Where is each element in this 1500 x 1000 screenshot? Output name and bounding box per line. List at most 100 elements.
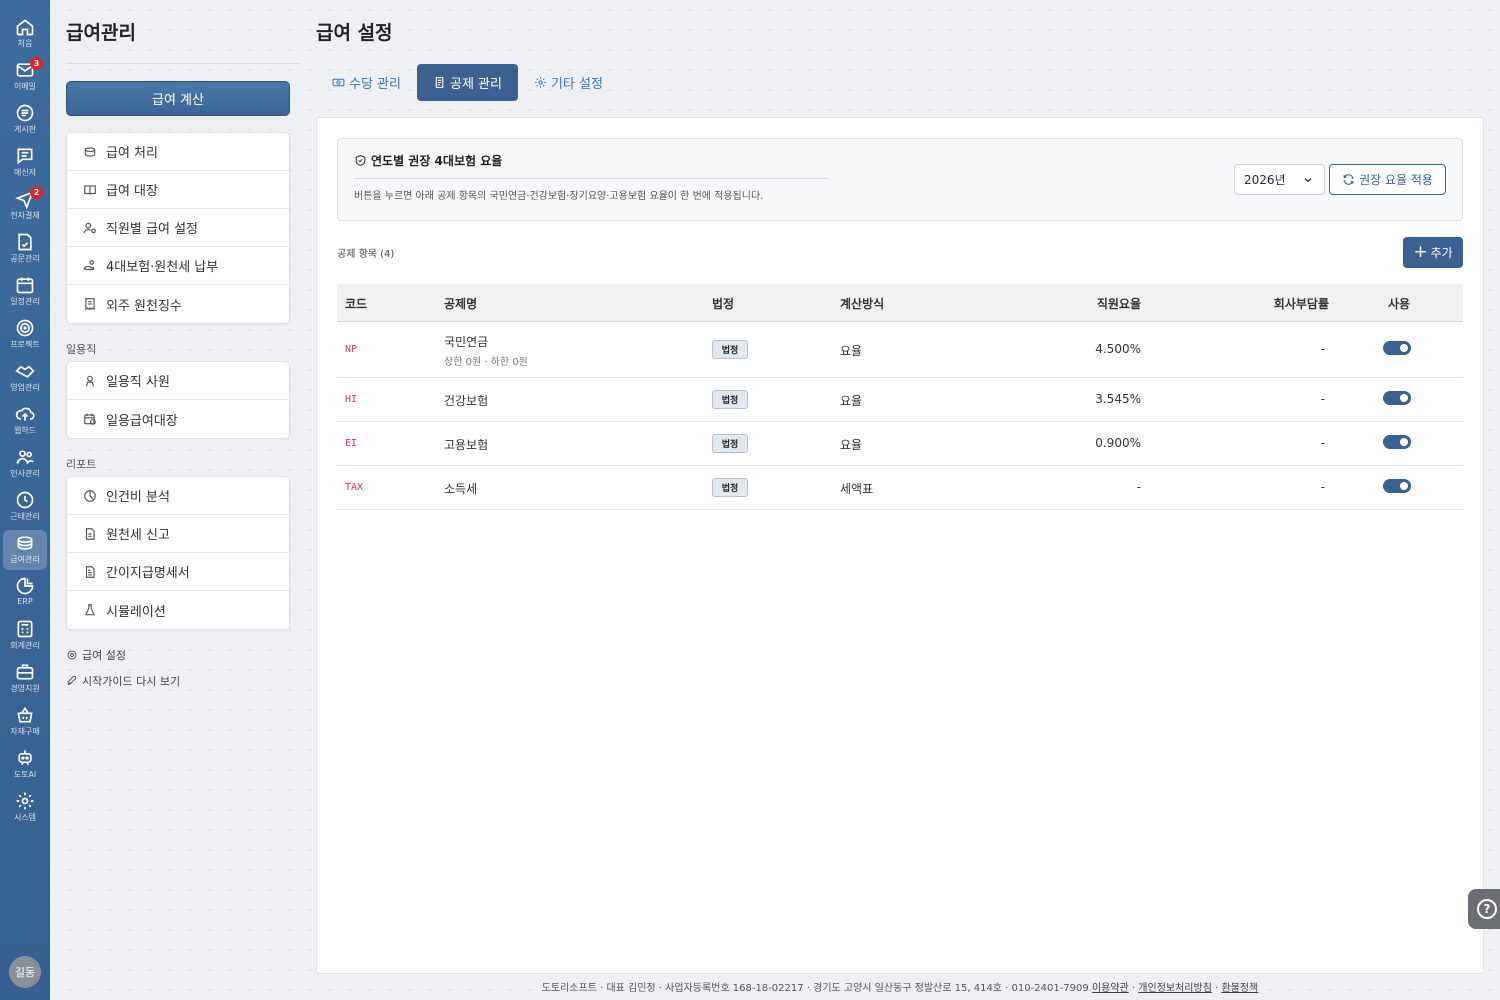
divider (354, 178, 829, 179)
table-row[interactable]: EI 고용보험 법정 요율 0.900% - (337, 422, 1463, 466)
sidebar-item-withholding-report[interactable]: 원천세 신고 (67, 515, 289, 553)
calculator-icon (17, 620, 33, 638)
table-row[interactable]: NP 국민연금 상한 0원 · 하한 0원 법정 요율 4.500% - (337, 322, 1463, 378)
column-header: 직원요율 (1096, 297, 1141, 311)
sidebar-item-employee-pay-settings[interactable]: 직원별 급여 설정 (67, 209, 289, 247)
add-deduction-button[interactable]: + 추가 (1403, 237, 1463, 268)
column-header: 계산방식 (840, 297, 885, 311)
plus-icon: + (1413, 242, 1428, 262)
rail-item-ai[interactable]: 도토AI (3, 745, 47, 785)
payroll-sidebar: 급여관리 급여 계산 급여 처리 급여 대장 직원별 급여 설정 4대보험·원천… (50, 0, 300, 1000)
receipt-icon (435, 77, 444, 88)
tab-deduction[interactable]: 공제 관리 (416, 64, 518, 101)
book-icon (84, 184, 96, 195)
rail-item-schedule[interactable]: 일정관리 (3, 272, 47, 312)
sidebar-item-insurance-tax-payment[interactable]: 4대보험·원천세 납부 (67, 247, 289, 285)
rail-item-hr[interactable]: 인사관리 (3, 444, 47, 484)
coins-icon (84, 146, 96, 157)
rail-label: 일정관리 (10, 297, 40, 306)
calc-method: 세액표 (840, 482, 874, 496)
app-rail: 처음 이메일 3 게시판 메신저 전자결재 2 공문관리 일정관리 프로젝트 영… (0, 0, 50, 1000)
sidebar-item-label: 외주 원천징수 (106, 298, 182, 314)
messenger-icon (17, 148, 33, 165)
rail-item-approval[interactable]: 전자결재 2 (3, 186, 47, 226)
tab-allowance[interactable]: 수당 관리 (316, 64, 417, 101)
tab-other-settings[interactable]: 기타 설정 (518, 64, 619, 101)
deduction-code: HI (345, 394, 358, 405)
rail-item-documents[interactable]: 공문관리 (3, 229, 47, 269)
rail-item-email[interactable]: 이메일 3 (3, 57, 47, 97)
rail-item-erp[interactable]: ERP (3, 573, 47, 613)
gear-icon (535, 77, 546, 88)
sidebar-item-daily-workers[interactable]: 일용직 사원 (67, 362, 289, 400)
rail-item-system[interactable]: 시스템 (3, 788, 47, 828)
rail-item-webhard[interactable]: 웹하드 (3, 401, 47, 441)
pie-icon (84, 489, 96, 502)
rail-item-purchase[interactable]: 자재구매 (3, 702, 47, 742)
column-header: 회사부담률 (1273, 297, 1329, 311)
deduction-code: TAX (345, 482, 364, 493)
payroll-calculate-button[interactable]: 급여 계산 (66, 81, 290, 116)
sidebar-item-outsourcing-withholding[interactable]: 외주 원천징수 (67, 285, 289, 323)
file-text-icon (85, 565, 95, 578)
rail-label: 도토AI (13, 770, 37, 779)
sidebar-item-simple-statement[interactable]: 간이지급명세서 (67, 553, 289, 591)
deduction-name: 건강보험 (444, 394, 489, 408)
enabled-toggle[interactable] (1383, 341, 1411, 355)
enabled-toggle[interactable] (1383, 479, 1411, 493)
section-report: 리포트 (66, 458, 97, 471)
deduction-code: NP (345, 344, 358, 355)
board-icon (16, 104, 34, 122)
apply-recommended-rates-button[interactable]: 권장 요율 적용 (1329, 164, 1446, 195)
calc-method: 요율 (840, 394, 863, 408)
sidebar-item-payroll-process[interactable]: 급여 처리 (67, 133, 289, 171)
guide-restart-link[interactable]: 시작가이드 다시 보기 (66, 673, 180, 689)
sidebar-item-payroll-ledger[interactable]: 급여 대장 (67, 171, 289, 209)
link-label: 시작가이드 다시 보기 (82, 675, 181, 688)
table-row[interactable]: TAX 소득세 법정 세액표 - - (337, 466, 1463, 510)
sidebar-item-simulation[interactable]: 시뮬레이션 (67, 591, 289, 629)
sidebar-item-label: 시뮬레이션 (106, 604, 166, 620)
company-rate: - (1320, 480, 1325, 494)
legal-badge: 법정 (712, 478, 748, 497)
link-label: 급여 설정 (82, 649, 126, 662)
rail-item-sales[interactable]: 영업관리 (3, 358, 47, 398)
company-rate: - (1320, 436, 1325, 450)
help-button[interactable]: ? (1468, 889, 1500, 929)
deduction-name: 고용보험 (444, 438, 489, 452)
rail-item-accounting[interactable]: 회계관리 (3, 616, 47, 656)
rail-item-board[interactable]: 게시판 (3, 100, 47, 140)
avatar[interactable]: 길동 (9, 956, 41, 988)
rail-item-home[interactable]: 처음 (3, 14, 47, 54)
refund-link[interactable]: 환불정책 (1221, 983, 1258, 994)
receipt-icon (85, 298, 95, 311)
rail-item-attendance[interactable]: 근태관리 (3, 487, 47, 527)
table-row[interactable]: HI 건강보험 법정 요율 3.545% - (337, 378, 1463, 422)
rail-item-management[interactable]: 경영지원 (3, 659, 47, 699)
sidebar-item-label: 급여 처리 (106, 146, 158, 161)
company-rate: - (1320, 392, 1325, 406)
refresh-icon (1343, 174, 1354, 185)
tab-label: 기타 설정 (550, 77, 603, 92)
person-icon (85, 375, 95, 386)
privacy-link[interactable]: 개인정보처리방침 (1138, 983, 1212, 994)
rail-item-project[interactable]: 프로젝트 (3, 315, 47, 355)
terms-link[interactable]: 이용약관 (1092, 983, 1129, 994)
toggle-knob (1400, 482, 1408, 490)
sidebar-item-labor-cost-analysis[interactable]: 인건비 분석 (67, 477, 289, 515)
rail-label: ERP (17, 597, 33, 606)
rail-item-messenger[interactable]: 메신저 (3, 143, 47, 183)
payroll-settings-link[interactable]: 급여 설정 (66, 647, 126, 663)
enabled-toggle[interactable] (1383, 391, 1411, 405)
rail-item-payroll[interactable]: 급여관리 (3, 530, 47, 570)
sidebar-main-group: 급여 처리 급여 대장 직원별 급여 설정 4대보험·원천세 납부 외주 원천징… (66, 132, 290, 324)
notice-title: 연도별 권장 4대보험 요율 (354, 152, 502, 169)
calendar-money-icon (84, 413, 96, 425)
calendar-icon (16, 277, 34, 294)
rail-label: 이메일 (13, 82, 37, 91)
enabled-toggle[interactable] (1383, 435, 1411, 449)
rail-label: 영업관리 (10, 383, 40, 392)
calc-method: 요율 (840, 344, 863, 358)
year-select[interactable]: 2026년 (1234, 164, 1325, 195)
sidebar-item-daily-pay-ledger[interactable]: 일용급여대장 (67, 400, 289, 438)
